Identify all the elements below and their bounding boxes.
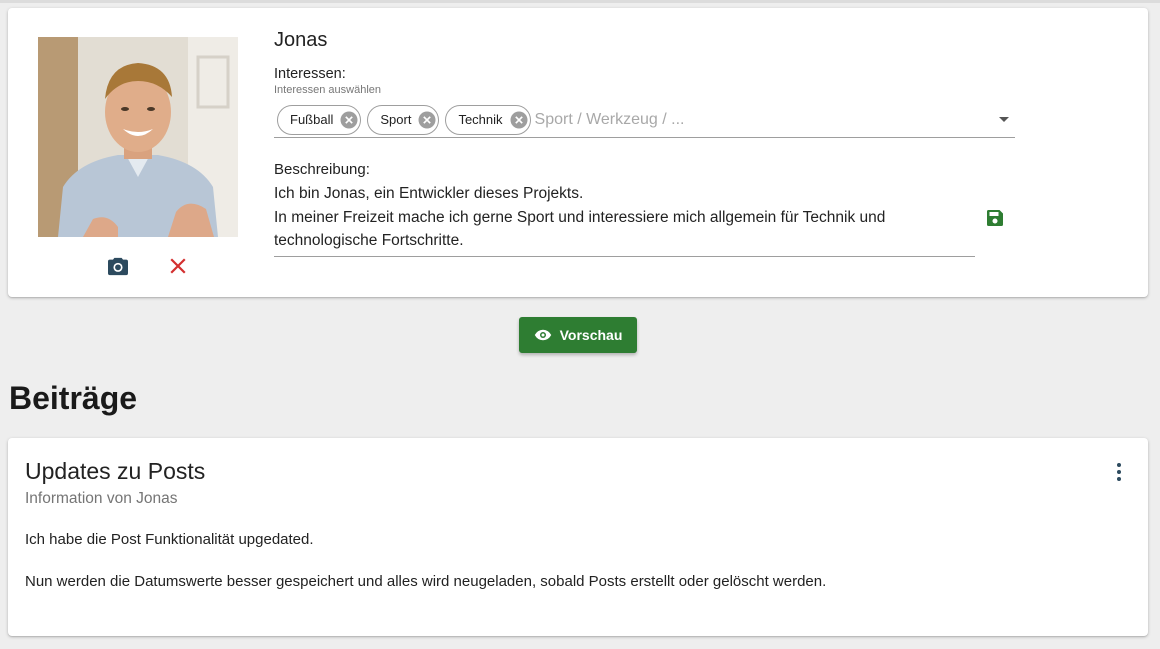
arrow-drop-down-icon[interactable] <box>999 117 1009 122</box>
posts-section-title: Beiträge <box>9 380 138 416</box>
post-paragraph: Nun werden die Datumswerte besser gespei… <box>25 573 827 590</box>
description-textarea[interactable]: Ich bin Jonas, ein Entwickler dieses Pro… <box>274 182 975 257</box>
eye-icon <box>534 329 551 341</box>
profile-avatar <box>38 37 238 237</box>
more-vert-icon <box>1117 463 1121 481</box>
post-menu-button[interactable] <box>1111 462 1127 482</box>
remove-photo-button[interactable] <box>169 257 187 275</box>
post-title: Updates zu Posts <box>25 458 206 484</box>
description-label: Beschreibung: <box>274 161 370 178</box>
post-subtitle: Information von Jonas <box>25 490 178 507</box>
interests-label: Interessen: <box>274 66 346 82</box>
preview-button-label: Vorschau <box>559 327 623 343</box>
close-icon <box>170 258 186 274</box>
interests-input[interactable]: Sport / Werkzeug / ... <box>535 111 685 129</box>
preview-button[interactable]: Vorschau <box>519 317 637 353</box>
interests-select[interactable]: Fußball Sport Technik Sport / Werkzeug /… <box>274 102 1015 138</box>
cancel-circle-icon[interactable] <box>510 111 528 129</box>
chip-label: Fußball <box>290 112 334 127</box>
profile-name: Jonas <box>274 29 328 51</box>
camera-icon <box>108 257 128 276</box>
top-divider <box>0 0 1160 3</box>
save-icon <box>987 210 1003 226</box>
change-photo-button[interactable] <box>107 256 129 276</box>
description-line: technologische Fortschritte. <box>274 232 464 249</box>
interests-hint: Interessen auswählen <box>274 84 382 96</box>
interest-chip[interactable]: Fußball <box>277 104 362 135</box>
description-line: Ich bin Jonas, ein Entwickler dieses Pro… <box>274 185 584 202</box>
cancel-circle-icon[interactable] <box>340 111 358 129</box>
cancel-circle-icon[interactable] <box>418 111 436 129</box>
save-button[interactable] <box>986 209 1004 227</box>
post-paragraph: Ich habe die Post Funktionalität upgedat… <box>25 531 314 548</box>
interest-chip[interactable]: Technik <box>445 104 531 135</box>
interest-chip[interactable]: Sport <box>367 104 440 135</box>
profile-card: Jonas Interessen: Interessen auswählen F… <box>8 8 1148 297</box>
chip-label: Technik <box>458 112 503 127</box>
description-line: In meiner Freizeit mache ich gerne Sport… <box>274 208 886 226</box>
post-card: Updates zu Posts Information von Jonas I… <box>8 438 1148 636</box>
chip-label: Sport <box>380 112 412 127</box>
